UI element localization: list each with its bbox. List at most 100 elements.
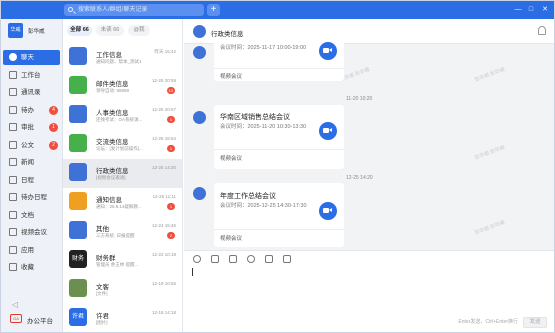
conversation-item[interactable]: 财务 财务群 12-22 10:18 管理员 余王林 提醒... bbox=[63, 246, 182, 275]
nav-item[interactable]: 新闻 bbox=[3, 155, 60, 170]
conversation-preview: 论坛：[发计划前操作]... bbox=[96, 146, 143, 151]
nav-item-label: 通讯录 bbox=[21, 89, 41, 96]
conversation-time: 12-25 20:59 bbox=[151, 78, 176, 83]
video-call-icon bbox=[319, 122, 337, 140]
search-box[interactable]: 搜索联系人/群组/聊天记录 bbox=[64, 4, 204, 16]
conversation-item[interactable]: 邮件类信息 12-25 20:59 领导自动: 88888 10 bbox=[63, 72, 182, 101]
card-divider bbox=[214, 229, 344, 230]
nav-item[interactable]: 通讯录 bbox=[3, 85, 60, 100]
conversation-title: 工作信息 bbox=[96, 52, 122, 59]
nav-item[interactable]: 文档 bbox=[3, 208, 60, 223]
nav-item[interactable]: 应用 bbox=[3, 243, 60, 258]
nav-item[interactable]: 收藏 bbox=[3, 260, 60, 275]
meeting-card[interactable]: 会议时间：2025-11-17 10:00-19:00 视频会议 bbox=[214, 38, 344, 81]
nav-item-label: 视频会议 bbox=[21, 229, 47, 236]
conversation-avatar bbox=[69, 163, 87, 181]
at-mention-icon[interactable] bbox=[247, 255, 255, 263]
nav-item[interactable]: 待办 4 bbox=[3, 103, 60, 118]
left-nav: 华威 彭华威 聊天工作台通讯录待办 4 审批 1 公文 2 新闻日程待办日程文档视频会议应用… bbox=[1, 19, 63, 332]
conversation-title: 许君 bbox=[96, 313, 109, 320]
conversation-time: 12-22 10:18 bbox=[151, 252, 176, 257]
minimize-button[interactable]: — bbox=[512, 3, 524, 16]
folder-icon[interactable] bbox=[229, 255, 237, 263]
filter-mention-tab[interactable]: @我 bbox=[128, 25, 150, 36]
nav-item-label: 待办 bbox=[21, 106, 34, 114]
filter-all-tab[interactable]: 全部 66 bbox=[67, 25, 92, 36]
add-button[interactable]: + bbox=[207, 4, 220, 16]
filter-unread-tab[interactable]: 未读 66 bbox=[96, 25, 124, 36]
close-button[interactable]: ✕ bbox=[539, 3, 551, 16]
nav-item[interactable]: 公文 2 bbox=[3, 138, 60, 153]
conversation-item[interactable]: 人事类信息 12-25 20:57 还钱考试：OA系统请... 1 bbox=[63, 101, 182, 130]
video-call-icon bbox=[319, 202, 337, 220]
nav-item-label: 收藏 bbox=[21, 264, 34, 271]
nav-item[interactable]: 待办日程 bbox=[3, 190, 60, 205]
conversation-avatar bbox=[69, 279, 87, 297]
nav-item-label: 文档 bbox=[21, 211, 34, 219]
history-icon[interactable] bbox=[265, 255, 273, 263]
nav-item-icon bbox=[9, 105, 17, 114]
meeting-title: 年度工作总结会议 bbox=[220, 193, 276, 200]
unread-badge: 2 bbox=[167, 232, 175, 239]
chat-title: 行政类信息 bbox=[211, 31, 244, 38]
nav-item[interactable]: 工作台 bbox=[3, 68, 60, 83]
nav-item[interactable]: 视频会议 bbox=[3, 225, 60, 240]
nav-item-label: 日程 bbox=[21, 176, 34, 184]
conversation-item[interactable]: 行政类信息 12-25 14:20 [视频会议邀请] bbox=[63, 159, 182, 188]
collapse-sidebar-icon[interactable]: ◁ bbox=[12, 300, 18, 309]
nav-item-icon bbox=[9, 263, 17, 271]
scissors-icon[interactable] bbox=[211, 255, 219, 263]
message-timestamp: 12-25 14:20 bbox=[346, 175, 373, 181]
send-button[interactable]: 发送 bbox=[523, 317, 547, 328]
conversation-preview: 通知：25.5.14疑解教... bbox=[96, 204, 142, 209]
conversation-item[interactable]: 工作信息 昨天 15:42 通知问题、帮本_测试1 bbox=[63, 43, 182, 72]
meeting-card[interactable]: 华南区域销售总结会议 会议时间：2025-11-20 10:30-13:30 视… bbox=[214, 105, 344, 169]
conversation-avatar: 财务 bbox=[69, 250, 87, 268]
card-footer: 视频会议 bbox=[220, 236, 243, 242]
bell-icon[interactable] bbox=[538, 26, 546, 35]
nav-item[interactable]: 日程 bbox=[3, 173, 60, 188]
conversation-title: 交流类信息 bbox=[96, 139, 129, 146]
office-platform-label[interactable]: 办公平台 bbox=[27, 315, 53, 325]
conversation-item[interactable]: 通知信息 12-25 11:11 通知：25.5.14疑解教... 1 bbox=[63, 188, 182, 217]
maximize-button[interactable]: □ bbox=[525, 3, 537, 16]
conversation-list: 全部 66 未读 66 @我 工作信息 昨天 15:42 通知问题、帮本_测试1 邮件… bbox=[63, 19, 183, 332]
conversation-preview: 管理员 余王林 提醒... bbox=[96, 262, 139, 267]
nav-item-icon bbox=[9, 53, 17, 61]
unread-badge: 1 bbox=[167, 145, 175, 152]
app-window: 搜索联系人/群组/聊天记录 + — □ ✕ 华威 彭华威 聊天工作台通讯录待办 4… bbox=[0, 0, 555, 333]
nav-item[interactable]: 审批 1 bbox=[3, 120, 60, 135]
message-composer[interactable]: Enter发送，Ctrl+Enter换行 发送 bbox=[184, 250, 554, 332]
conversation-item[interactable]: 许君 许君 12-18 14:18 [图片] bbox=[63, 304, 182, 333]
office-platform-icon[interactable]: OA bbox=[10, 314, 22, 323]
meeting-card[interactable]: 年度工作总结会议 会议时间：2025-12-25 14:30-17:30 视频会… bbox=[214, 183, 344, 247]
user-name[interactable]: 彭华威 bbox=[28, 27, 45, 35]
watermark: 彭华威 彭华威 bbox=[474, 144, 506, 162]
conversation-preview: 通知问题、帮本_测试1 bbox=[96, 59, 142, 64]
conversation-title: 邮件类信息 bbox=[96, 81, 129, 88]
conversation-item[interactable]: 其他 12-24 15:46 三方系统: 日报提醒 2 bbox=[63, 217, 182, 246]
nav-item[interactable]: 聊天 bbox=[3, 50, 60, 65]
nav-item-badge: 4 bbox=[49, 105, 58, 115]
nav-item-icon bbox=[9, 70, 17, 79]
nav-item-icon bbox=[9, 193, 17, 201]
document-icon[interactable] bbox=[283, 255, 291, 263]
conversation-item[interactable]: 交流类信息 12-25 18:54 论坛：[发计划前操作]... 1 bbox=[63, 130, 182, 159]
conversation-time: 12-25 18:54 bbox=[151, 136, 176, 141]
conversation-item[interactable]: 文客 12-19 10:55 [文件] bbox=[63, 275, 182, 304]
sender-avatar bbox=[193, 46, 206, 59]
conversation-time: 12-19 10:55 bbox=[151, 281, 176, 286]
nav-item-icon bbox=[9, 245, 17, 254]
conversation-avatar bbox=[69, 105, 87, 123]
conversation-avatar bbox=[69, 192, 87, 210]
emoji-icon[interactable] bbox=[193, 255, 201, 263]
brand-logo: 华威 bbox=[8, 23, 23, 38]
message-timestamp: 11-20 10:20 bbox=[346, 96, 373, 102]
conversation-title: 文客 bbox=[96, 284, 109, 291]
conversation-avatar: 许君 bbox=[69, 308, 87, 326]
nav-item-icon bbox=[9, 140, 17, 149]
nav-item-label: 待办日程 bbox=[21, 194, 47, 201]
text-caret bbox=[192, 268, 193, 276]
unread-badge: 1 bbox=[167, 116, 175, 123]
conversation-title: 财务群 bbox=[96, 255, 116, 262]
